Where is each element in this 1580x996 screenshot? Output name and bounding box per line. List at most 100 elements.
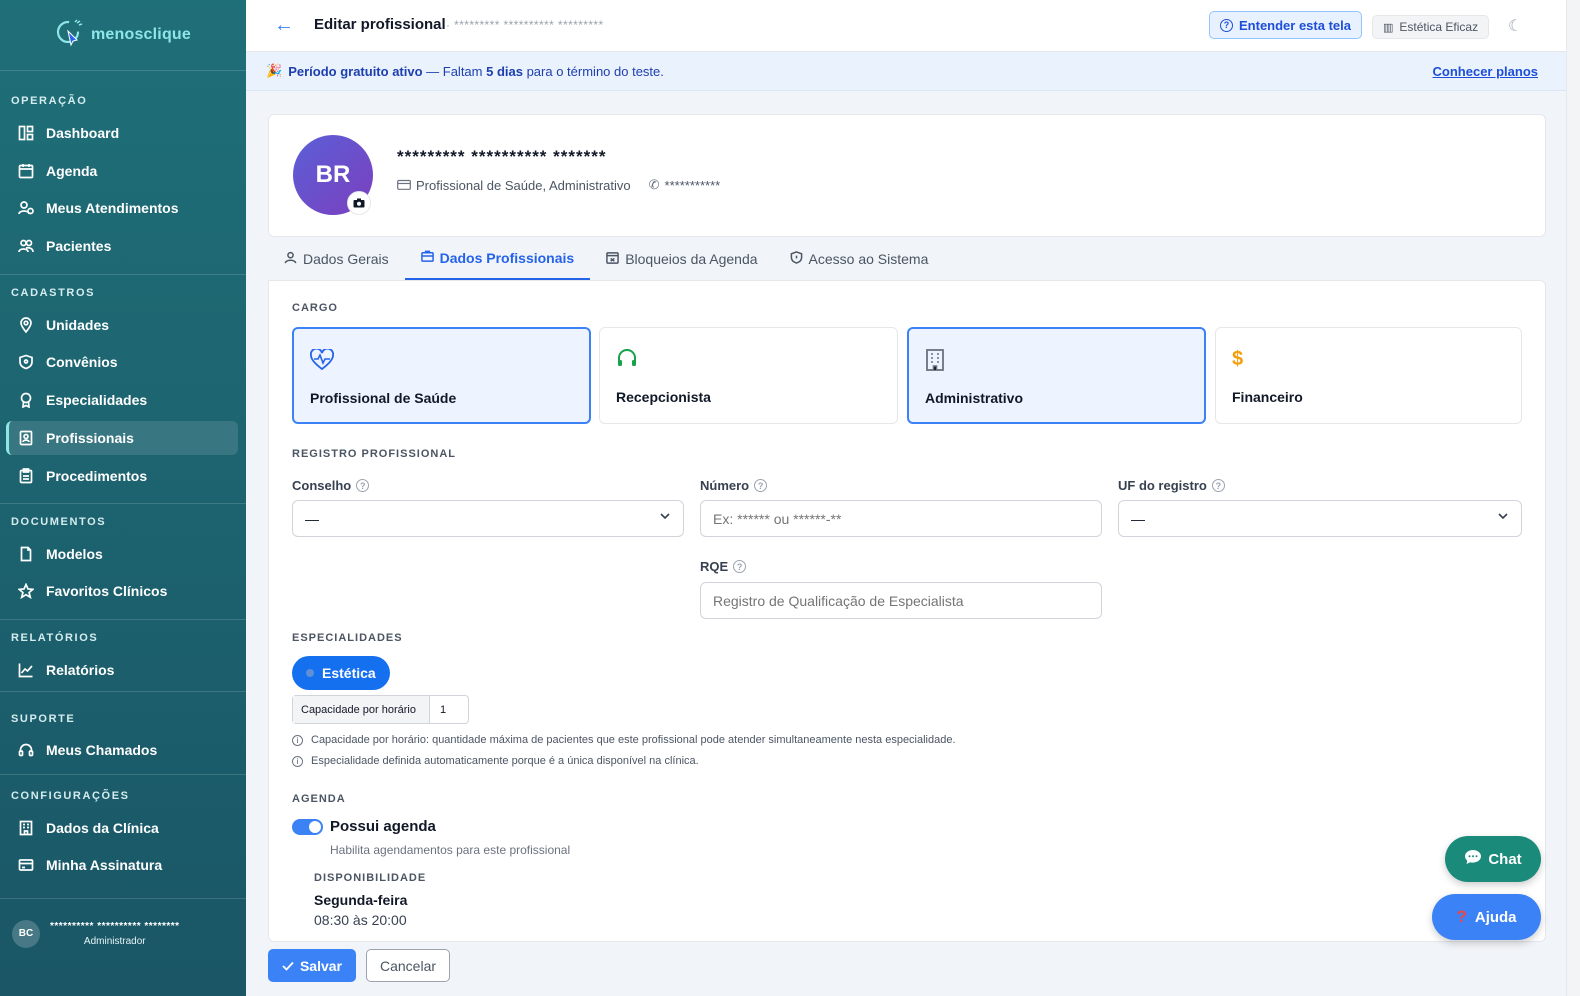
- question-mark-icon: ?: [1456, 907, 1467, 926]
- cargo-option-saude[interactable]: Profissional de Saúde: [292, 327, 591, 424]
- sidebar-item-label: Dados da Clínica: [46, 820, 159, 836]
- tab-acesso[interactable]: Acesso ao Sistema: [774, 238, 945, 280]
- numero-label-text: Número: [700, 478, 750, 493]
- tab-bloqueios[interactable]: Bloqueios da Agenda: [590, 238, 773, 280]
- especialidades-section-label: ESPECIALIDADES: [292, 632, 403, 644]
- back-arrow-icon[interactable]: ←: [274, 14, 294, 37]
- profile-name: ********* ********** *******: [397, 147, 607, 166]
- map-pin-icon: [18, 317, 34, 333]
- user-profile[interactable]: BC ********** ********** ******** Admini…: [0, 898, 246, 968]
- sidebar-item-especialidades[interactable]: Especialidades: [6, 383, 238, 417]
- conselho-select[interactable]: —: [292, 500, 684, 537]
- help-button[interactable]: ? Ajuda: [1432, 894, 1541, 940]
- camera-icon[interactable]: [347, 191, 371, 215]
- trial-rest: para o término do teste.: [522, 63, 664, 79]
- sidebar-item-assinatura[interactable]: Minha Assinatura: [6, 848, 238, 882]
- section-relatorios: RELATÓRIOS: [11, 632, 99, 644]
- sidebar-item-relatorios[interactable]: Relatórios: [6, 653, 238, 687]
- sidebar-item-modelos[interactable]: Modelos: [6, 537, 238, 571]
- sidebar-item-convenios[interactable]: Convênios: [6, 345, 238, 379]
- sidebar-item-profissionais[interactable]: Profissionais: [6, 421, 238, 455]
- cargo-option-label: Profissional de Saúde: [310, 390, 457, 406]
- tabs: Dados Gerais Dados Profissionais Bloquei…: [268, 238, 944, 280]
- save-button[interactable]: Salvar: [268, 949, 356, 982]
- divider: [0, 274, 246, 275]
- chat-button[interactable]: Chat: [1445, 836, 1541, 882]
- sidebar-item-label: Unidades: [46, 317, 110, 333]
- help-icon[interactable]: ?: [356, 479, 370, 492]
- profile-phone-text: ***********: [664, 177, 721, 193]
- tab-dados-gerais[interactable]: Dados Gerais: [268, 238, 405, 280]
- profile-meta: Profissional de Saúde, Administrativo ✆ …: [397, 177, 720, 193]
- capacity-input[interactable]: 1: [430, 696, 468, 723]
- divider: [0, 691, 246, 692]
- sidebar-item-procedimentos[interactable]: Procedimentos: [6, 459, 238, 493]
- help-icon[interactable]: ?: [733, 560, 747, 573]
- sidebar-item-favoritos[interactable]: Favoritos Clínicos: [6, 574, 238, 608]
- sidebar-item-label: Agenda: [46, 163, 98, 179]
- award-icon: [18, 392, 34, 408]
- see-plans-link[interactable]: Conhecer planos: [1433, 64, 1538, 79]
- help-icon[interactable]: ?: [1211, 479, 1225, 492]
- clipboard-icon: [18, 468, 34, 484]
- divider: [0, 774, 246, 775]
- agenda-section-label: AGENDA: [292, 793, 346, 805]
- understand-screen-button[interactable]: ? Entender esta tela: [1209, 11, 1362, 39]
- cargo-option-financeiro[interactable]: $ Financeiro: [1215, 327, 1522, 424]
- logo[interactable]: menosclique: [0, 0, 246, 70]
- user-role: Administrador: [83, 935, 146, 947]
- uf-select[interactable]: —: [1118, 500, 1522, 537]
- sidebar-item-label: Especialidades: [46, 392, 148, 408]
- cargo-option-recepcionista[interactable]: Recepcionista: [599, 327, 898, 424]
- rqe-input[interactable]: [700, 582, 1102, 619]
- sidebar-item-dados-clinica[interactable]: Dados da Clínica: [6, 811, 238, 845]
- scrollbar[interactable]: [1566, 0, 1580, 996]
- tab-dados-profissionais[interactable]: Dados Profissionais: [404, 238, 591, 280]
- cargo-option-label: Recepcionista: [616, 389, 711, 405]
- heart-pulse-icon: [310, 347, 334, 377]
- sidebar-item-meus-atendimentos[interactable]: Meus Atendimentos: [6, 191, 238, 225]
- user-clock-icon: [18, 200, 34, 216]
- page-title: Editar profissional: [314, 16, 446, 33]
- sidebar-item-label: Convênios: [46, 354, 118, 370]
- sidebar-item-label: Meus Chamados: [46, 742, 158, 758]
- cargo-section-label: CARGO: [292, 302, 338, 314]
- star-icon: [18, 583, 34, 599]
- tab-label: Bloqueios da Agenda: [625, 251, 758, 267]
- user-icon: [284, 251, 297, 267]
- cancel-button[interactable]: Cancelar: [366, 949, 450, 982]
- clinic-selector-button[interactable]: ▥ Estética Eficaz: [1372, 15, 1490, 39]
- specialty-chip[interactable]: Estética: [292, 656, 390, 690]
- dashboard-icon: [18, 125, 34, 141]
- trial-days: 5 dias: [486, 63, 523, 79]
- help-circle-icon: ?: [1220, 18, 1233, 32]
- numero-input[interactable]: [700, 500, 1102, 537]
- info-icon: i: [292, 755, 303, 767]
- cancel-label: Cancelar: [379, 957, 437, 974]
- id-badge-icon: [18, 430, 34, 446]
- sidebar-item-dashboard[interactable]: Dashboard: [6, 116, 238, 150]
- dollar-icon: $: [1232, 348, 1244, 370]
- sidebar-item-agenda[interactable]: Agenda: [6, 154, 238, 188]
- chat-bubble-icon: [1464, 849, 1482, 869]
- divider: [0, 70, 246, 71]
- credit-card-icon: [18, 857, 34, 873]
- conselho-value: —: [305, 510, 319, 527]
- help-icon[interactable]: ?: [754, 479, 768, 492]
- cargo-option-administrativo[interactable]: Administrativo: [907, 327, 1206, 424]
- dark-mode-icon[interactable]: ☾: [1508, 16, 1522, 36]
- availability-day: Segunda-feira: [314, 892, 408, 908]
- uf-value: —: [1131, 510, 1145, 527]
- conselho-label: Conselho ?: [292, 478, 370, 493]
- sidebar-item-chamados[interactable]: Meus Chamados: [6, 733, 238, 767]
- trial-banner: 🎉 Período gratuito ativo — Faltam 5 dias…: [246, 52, 1566, 91]
- has-agenda-toggle[interactable]: [292, 819, 323, 835]
- profile-card: BR ********* ********** ******* Profissi…: [268, 114, 1546, 237]
- divider: [0, 503, 246, 504]
- building-icon: ▥: [1383, 21, 1394, 34]
- tab-label: Dados Gerais: [303, 251, 389, 267]
- sidebar-item-unidades[interactable]: Unidades: [6, 308, 238, 342]
- sidebar-item-label: Minha Assinatura: [46, 857, 163, 873]
- trial-middle: — Faltam: [422, 63, 487, 79]
- sidebar-item-pacientes[interactable]: Pacientes: [6, 229, 238, 263]
